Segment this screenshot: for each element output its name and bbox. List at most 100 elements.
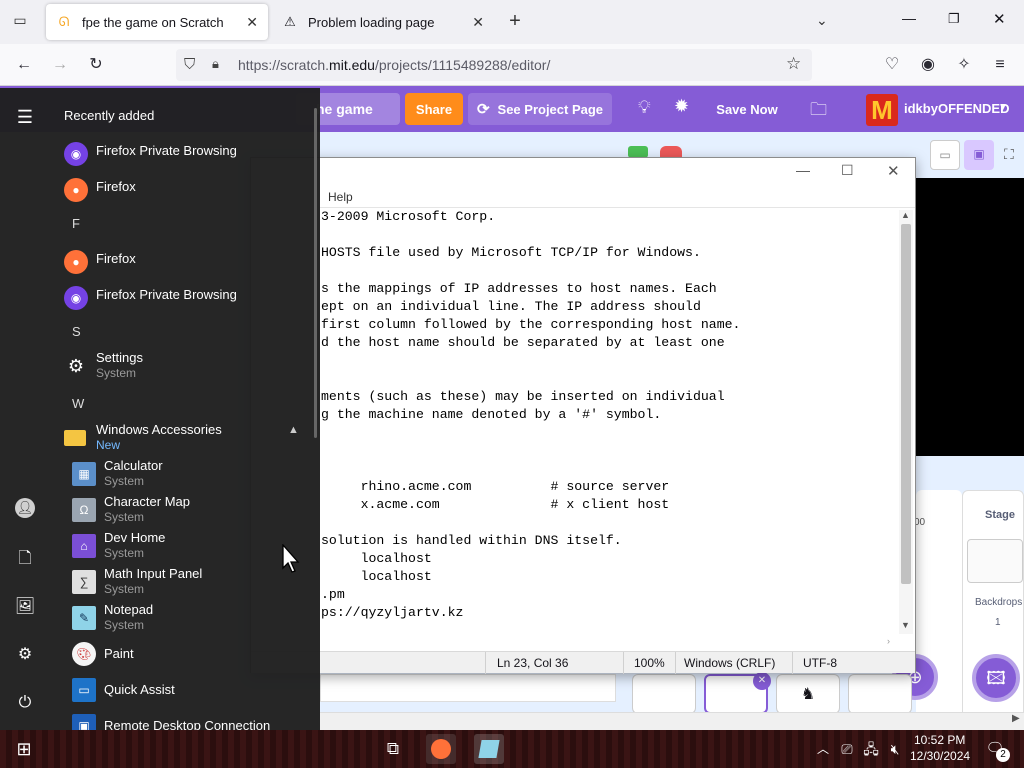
account-icon[interactable]: ◉ (916, 53, 940, 77)
app-firefox-private[interactable]: ◉ Firefox Private Browsing (64, 282, 314, 316)
scroll-right-icon[interactable]: ▶ (1012, 713, 1020, 724)
share-button[interactable]: Share (405, 93, 463, 125)
debug-bug-icon[interactable]: ✹ (674, 96, 689, 117)
close-tab-icon[interactable]: ✕ (246, 14, 258, 31)
volume-muted-icon[interactable]: 🔇︎ (880, 734, 910, 764)
tab-title: Problem loading page (308, 14, 435, 30)
normal-stage-button[interactable]: ▣ (964, 140, 994, 170)
url-text: https://scratch.mit.edu/projects/1115489… (238, 57, 551, 73)
fullscreen-icon[interactable]: ⛶ (1004, 146, 1014, 163)
app-settings[interactable]: ⚙ Windows Accessories Settings System (64, 350, 314, 384)
small-stage-button[interactable]: ▭ (930, 140, 960, 170)
backdrop-thumbnail[interactable] (967, 539, 1023, 583)
stage-canvas[interactable] (916, 178, 1024, 456)
clock-date[interactable]: 12/30/2024 (910, 749, 970, 763)
app-remote-desktop[interactable]: ▣ Remote Desktop Connection (72, 710, 322, 730)
reload-icon[interactable]: ↻ (84, 53, 108, 77)
sprite-thumbnail[interactable] (632, 674, 696, 714)
add-backdrop-button[interactable]: 🖾︎ (972, 654, 1020, 702)
encoding: UTF-8 (803, 656, 837, 670)
notepad-text-area[interactable]: 3-2009 Microsoft Corp. HOSTS file used b… (321, 208, 901, 638)
horizontal-scrollbar[interactable] (320, 712, 1024, 730)
app-calculator[interactable]: ▦ Calculator System (72, 458, 322, 492)
app-character-map[interactable]: Ω Character Map System (72, 494, 322, 528)
tab-problem[interactable]: ⚠ Problem loading page ✕ (272, 4, 494, 40)
documents-icon[interactable]: 🗋︎ (12, 546, 38, 572)
paint-palette-icon: 🎨︎ (72, 642, 96, 666)
app-quick-assist[interactable]: ▭ Quick Assist (72, 674, 322, 708)
notepad-minimize-icon[interactable]: — (796, 162, 810, 178)
chevron-down-icon[interactable]: ⌄ (816, 12, 828, 29)
see-project-page-button[interactable]: ⟳ See Project Page (468, 93, 612, 125)
app-notepad[interactable]: ✎ Notepad System (72, 602, 322, 636)
delete-sprite-icon[interactable]: ✕ (753, 672, 771, 690)
firefox-taskbar-icon[interactable] (426, 734, 456, 764)
power-icon[interactable]: ⏻ (12, 690, 38, 716)
text-line (321, 262, 901, 280)
scrollbar-thumb[interactable] (901, 224, 911, 584)
tab-list-icon[interactable]: ▭ (10, 12, 30, 32)
firefox-icon: ● (64, 178, 88, 202)
text-line (321, 370, 901, 388)
windows-start-icon[interactable]: ⊞ (9, 734, 39, 764)
task-view-icon[interactable]: ⧉ (378, 734, 408, 764)
username-label[interactable]: idkbyOFFENDED (904, 101, 1009, 116)
sprite-thumbnail[interactable] (848, 674, 912, 714)
lock-icon[interactable]: 🔒︎ (212, 56, 219, 72)
firefox-private-icon: ◉ (64, 142, 88, 166)
clock-time[interactable]: 10:52 PM (914, 733, 965, 747)
new-tab-icon[interactable]: + (504, 10, 526, 32)
stage-label: Stage (985, 509, 1015, 521)
chevron-up-icon[interactable]: ▲ (288, 424, 299, 436)
restore-icon[interactable]: ❐ (948, 11, 960, 27)
menu-icon[interactable]: ≡ (988, 53, 1012, 77)
app-windows-accessories[interactable]: Windows Accessories New ▲ (64, 422, 314, 456)
app-firefox-private[interactable]: ◉ Firefox Private Browsing (64, 138, 314, 172)
save-now-button[interactable]: Save Now (712, 93, 782, 125)
sprite-thumbnail[interactable]: ♞ (776, 674, 840, 714)
app-paint[interactable]: 🎨︎ Paint (72, 638, 322, 672)
forward-icon[interactable]: → (48, 53, 72, 77)
back-icon[interactable]: ← (12, 53, 36, 77)
warning-icon: ⚠ (284, 14, 296, 29)
text-line: s the mappings of IP addresses to host n… (321, 281, 717, 296)
avatar[interactable]: M (866, 94, 898, 126)
backdrops-label: Backdrops (975, 597, 1023, 608)
tab-scratch[interactable]: ᘏ fpe the game on Scratch ✕ (46, 4, 268, 40)
hamburger-menu-icon[interactable]: ☰ (12, 104, 38, 130)
firefox-icon: ● (64, 250, 88, 274)
calculator-icon: ▦ (72, 462, 96, 486)
close-window-icon[interactable]: ✕ (993, 10, 1006, 28)
star-icon[interactable]: ☆ (786, 54, 801, 74)
user-account-icon[interactable]: 👤︎ (15, 498, 35, 518)
minimize-icon[interactable]: — (902, 10, 916, 26)
start-rail: ☰ 👤︎ 🗋︎ 🖼︎ ⚙ ⏻ (0, 88, 50, 730)
menu-help[interactable]: Help (328, 190, 353, 204)
notepad-taskbar-icon[interactable] (474, 734, 504, 764)
caret-down-icon[interactable]: ▼ (998, 102, 1008, 113)
app-firefox[interactable]: ● Firefox (64, 174, 314, 208)
settings-gear-icon[interactable]: ⚙ (12, 642, 38, 668)
app-firefox[interactable]: ● Firefox (64, 246, 314, 280)
pocket-icon[interactable]: ♡ (880, 53, 904, 77)
scroll-down-icon[interactable]: ▼ (901, 620, 910, 630)
letter-header[interactable]: F (72, 216, 80, 231)
letter-header[interactable]: S (72, 324, 81, 339)
shield-icon[interactable]: ⛉ (184, 56, 195, 73)
see-project-label: See Project Page (497, 101, 604, 117)
scroll-right-icon[interactable]: › (887, 636, 890, 646)
notepad-maximize-icon[interactable]: ☐ (841, 162, 854, 179)
vertical-scrollbar[interactable]: ▲ ▼ (899, 210, 913, 634)
pictures-icon[interactable]: 🖼︎ (12, 594, 38, 620)
notepad-window[interactable]: — ☐ ✕ Help 3-2009 Microsoft Corp. HOSTS … (250, 157, 916, 674)
lightbulb-icon[interactable]: 💡︎ (638, 97, 651, 118)
scroll-up-icon[interactable]: ▲ (901, 210, 910, 220)
folder-icon[interactable]: 🗀︎ (810, 97, 827, 126)
letter-header[interactable]: W (72, 396, 84, 411)
notepad-close-icon[interactable]: ✕ (887, 162, 900, 180)
extensions-icon[interactable]: ✧ (952, 53, 976, 77)
start-list-scrollbar[interactable] (314, 108, 317, 438)
close-tab-icon[interactable]: ✕ (472, 14, 484, 31)
url-field[interactable]: ⛉ 🔒︎ https://scratch.mit.edu/projects/11… (176, 49, 812, 81)
text-line: localhost (321, 569, 432, 584)
